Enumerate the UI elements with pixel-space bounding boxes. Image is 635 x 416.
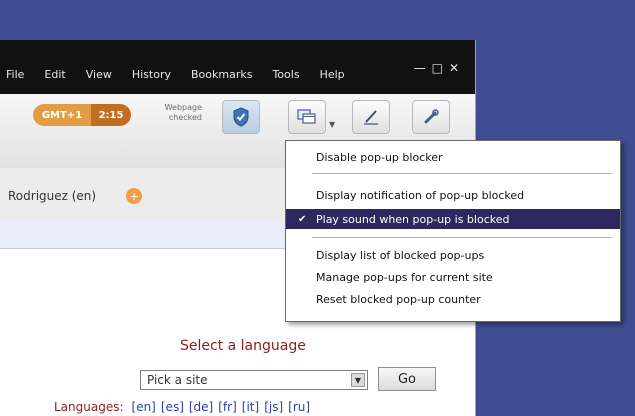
lang-link[interactable]: [it] bbox=[242, 400, 259, 414]
checkmark-icon: ✔ bbox=[298, 213, 307, 225]
language-links: Languages: [en] [es] [de] [fr] [it] [js]… bbox=[54, 400, 310, 414]
menu-item-manage-popups[interactable]: Manage pop-ups for current site bbox=[286, 267, 620, 287]
menu-separator bbox=[312, 173, 612, 174]
menu-item-disable-blocker[interactable]: Disable pop-up blocker bbox=[286, 147, 620, 167]
lang-link[interactable]: [es] bbox=[161, 400, 184, 414]
tab-label: Rodriguez (en) bbox=[8, 189, 97, 203]
languages-label: Languages: bbox=[54, 400, 124, 414]
menu-item-play-sound[interactable]: ✔ Play sound when pop-up is blocked bbox=[286, 209, 620, 229]
maximize-button[interactable]: □ bbox=[432, 61, 443, 75]
minimize-button[interactable]: — bbox=[414, 61, 426, 75]
close-button[interactable]: ✕ bbox=[449, 61, 459, 75]
menu-help[interactable]: Help bbox=[310, 68, 355, 81]
menu-tools[interactable]: Tools bbox=[262, 68, 309, 81]
pencil-icon bbox=[364, 110, 378, 125]
menu-item-display-list[interactable]: Display list of blocked pop-ups bbox=[286, 245, 620, 265]
popup-blocker-button[interactable] bbox=[288, 100, 326, 134]
pencil-button[interactable] bbox=[352, 100, 390, 134]
select-value: Pick a site bbox=[147, 373, 208, 387]
badge-left: GMT+1 bbox=[33, 104, 91, 126]
wrench-button[interactable] bbox=[412, 100, 450, 134]
menu-view[interactable]: View bbox=[76, 68, 122, 81]
menu-item-reset-counter[interactable]: Reset blocked pop-up counter bbox=[286, 289, 620, 309]
site-select[interactable]: Pick a site ▼ bbox=[140, 370, 368, 390]
menu-separator bbox=[312, 237, 612, 238]
menu-edit[interactable]: Edit bbox=[34, 68, 75, 81]
lang-link[interactable]: [en] bbox=[132, 400, 156, 414]
time-badge[interactable]: GMT+1 2:15 bbox=[33, 104, 131, 126]
menu-bar: File Edit View History Bookmarks Tools H… bbox=[0, 62, 475, 86]
menu-item-label: Display list of blocked pop-ups bbox=[316, 248, 485, 262]
window-controls: — □ ✕ bbox=[414, 61, 459, 75]
status-line-1: Webpage bbox=[164, 103, 202, 112]
wrench-icon bbox=[424, 109, 439, 124]
menu-item-label: Manage pop-ups for current site bbox=[316, 270, 493, 284]
lang-link[interactable]: [js] bbox=[264, 400, 283, 414]
menu-item-display-notification[interactable]: Display notification of pop-up blocked bbox=[286, 185, 620, 205]
status-text: Webpage checked bbox=[150, 103, 202, 123]
popup-blocker-menu: Disable pop-up blocker Display notificat… bbox=[285, 140, 621, 322]
page-heading: Select a language bbox=[180, 338, 306, 354]
menu-item-label: Play sound when pop-up is blocked bbox=[316, 212, 510, 226]
popup-icon bbox=[297, 109, 316, 124]
menu-item-label: Reset blocked pop-up counter bbox=[316, 292, 481, 306]
shield-icon bbox=[233, 107, 249, 127]
lang-link[interactable]: [fr] bbox=[218, 400, 237, 414]
menu-item-label: Disable pop-up blocker bbox=[316, 150, 443, 164]
badge-right: 2:15 bbox=[91, 104, 131, 126]
lang-link[interactable]: [ru] bbox=[288, 400, 310, 414]
lang-link[interactable]: [de] bbox=[189, 400, 213, 414]
menu-file[interactable]: File bbox=[0, 68, 34, 81]
add-tab-icon[interactable]: + bbox=[126, 188, 143, 204]
go-button[interactable]: Go bbox=[378, 367, 436, 391]
shield-button[interactable] bbox=[222, 100, 260, 134]
menu-item-label: Display notification of pop-up blocked bbox=[316, 188, 525, 202]
chevron-down-icon[interactable]: ▼ bbox=[351, 373, 365, 387]
menu-history[interactable]: History bbox=[122, 68, 181, 81]
tab-rodriguez[interactable]: Rodriguez (en) + bbox=[0, 178, 182, 214]
status-line-2: checked bbox=[168, 113, 202, 122]
menu-bookmarks[interactable]: Bookmarks bbox=[181, 68, 262, 81]
chevron-down-icon[interactable]: ▼ bbox=[329, 120, 335, 129]
